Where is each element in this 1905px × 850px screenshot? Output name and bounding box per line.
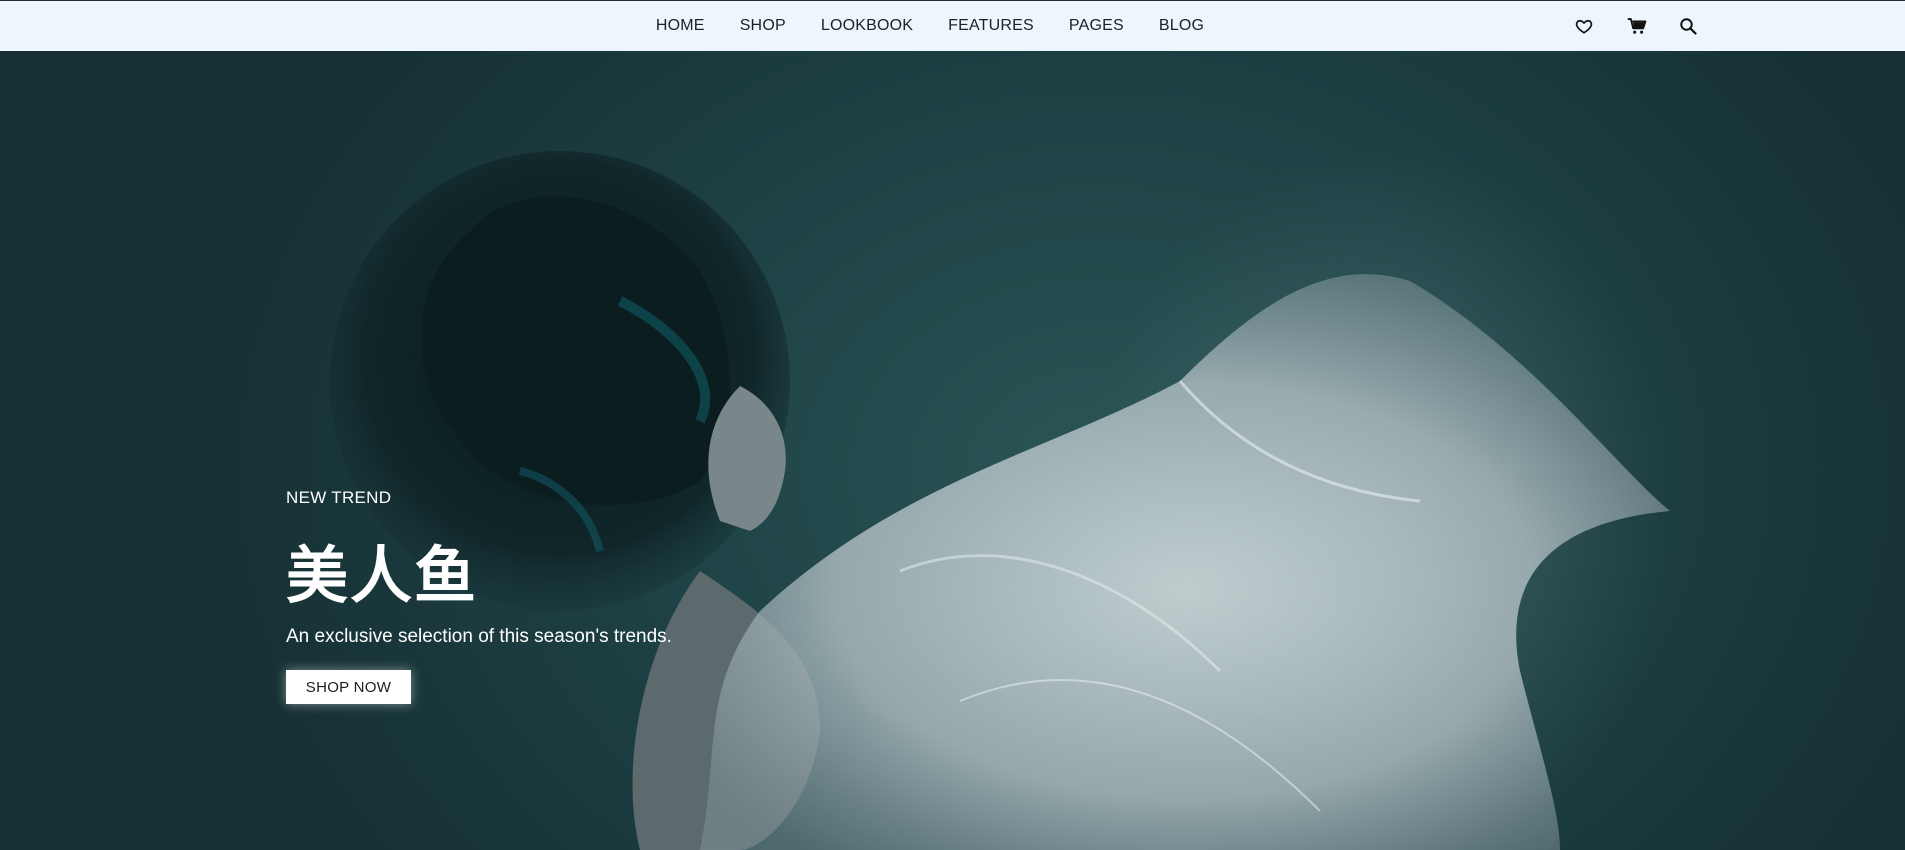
nav-item-lookbook[interactable]: LOOKBOOK	[821, 17, 913, 35]
nav-item-shop[interactable]: SHOP	[740, 17, 786, 35]
heart-icon[interactable]	[1575, 17, 1593, 35]
nav-item-home[interactable]: HOME	[656, 17, 705, 35]
hero-banner: NEW TREND 美人鱼 An exclusive selection of …	[0, 51, 1905, 850]
nav-item-pages[interactable]: PAGES	[1069, 17, 1124, 35]
cart-icon[interactable]	[1627, 17, 1647, 35]
hero-title: 美人鱼	[286, 539, 479, 612]
search-icon[interactable]	[1679, 17, 1697, 35]
nav-item-blog[interactable]: BLOG	[1159, 17, 1204, 35]
shop-now-button[interactable]: SHOP NOW	[286, 670, 411, 704]
hero-background-image	[330, 151, 1670, 850]
top-navigation-bar: HOME SHOP LOOKBOOK FEATURES PAGES BLOG	[0, 0, 1905, 51]
nav-item-features[interactable]: FEATURES	[948, 17, 1034, 35]
header-icons	[1575, 1, 1697, 51]
hero-subtitle: An exclusive selection of this season's …	[286, 626, 672, 647]
hero-kicker: NEW TREND	[286, 488, 392, 507]
